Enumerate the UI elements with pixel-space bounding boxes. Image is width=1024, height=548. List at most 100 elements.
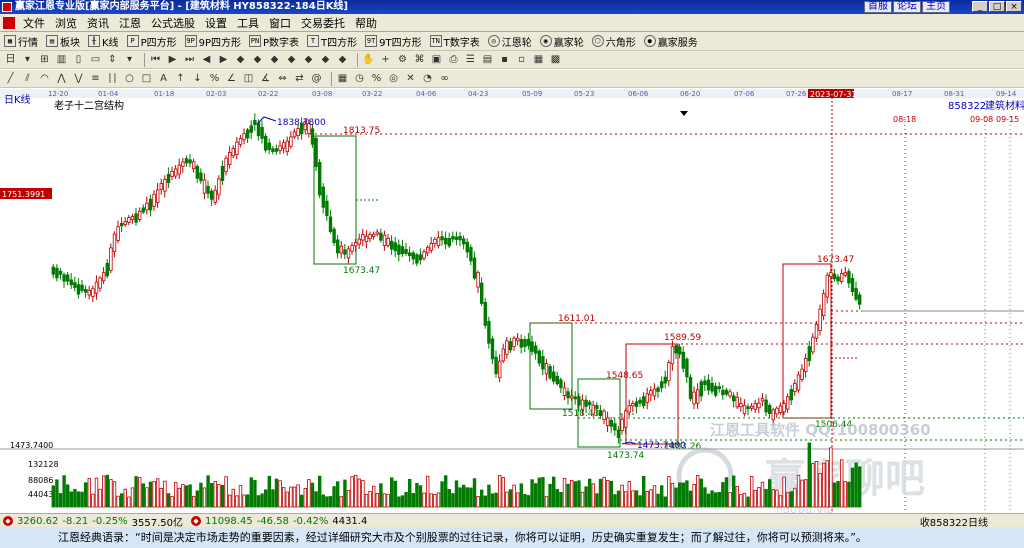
- menu-gann[interactable]: 江恩: [114, 15, 146, 31]
- diamond-icon[interactable]: ◆: [251, 53, 264, 66]
- arrow-up-icon[interactable]: ↑: [174, 72, 187, 85]
- volume-bar: [627, 481, 631, 508]
- toolbar-winner-wheel-button[interactable]: ◉ 赢家轮: [536, 34, 588, 49]
- last-icon[interactable]: ⏭: [183, 53, 196, 66]
- zoom-icon[interactable]: ▭: [89, 53, 102, 66]
- menu-tools[interactable]: 工具: [232, 15, 264, 31]
- sz-index[interactable]: ◆ 11098.45 -46.58 -0.42% 4431.4: [190, 516, 367, 527]
- play-icon[interactable]: ▶: [166, 53, 179, 66]
- chart-icon[interactable]: ▦: [532, 53, 545, 66]
- date-tick-label: 04-23: [468, 90, 488, 98]
- toolbar-sectors-button[interactable]: ▤ 板块: [42, 34, 84, 49]
- kline-chart-area[interactable]: 12-20 01-04 01-18 02-03 02-22 03-08 03-22 04-06…: [0, 89, 1024, 516]
- fibonacci-icon[interactable]: ≡: [89, 72, 102, 85]
- grid-icon[interactable]: ▩: [549, 53, 562, 66]
- tag-icon[interactable]: ⌘: [413, 53, 426, 66]
- measure-icon[interactable]: ⇔: [276, 72, 289, 85]
- toolbar-gann-wheel-button[interactable]: ◎ 江恩轮: [484, 34, 536, 49]
- menu-info[interactable]: 资讯: [82, 15, 114, 31]
- diamond-icon[interactable]: ◆: [268, 53, 281, 66]
- period-icon[interactable]: 日: [4, 53, 17, 66]
- spiral-icon[interactable]: @: [310, 72, 323, 85]
- candle-body: [278, 145, 282, 151]
- circle-tool-icon[interactable]: ○: [123, 72, 136, 85]
- link-home[interactable]: 主页: [922, 1, 950, 13]
- first-icon[interactable]: ⏮: [149, 53, 162, 66]
- gear-icon[interactable]: ⚙: [396, 53, 409, 66]
- toolbar-p-square-button[interactable]: P P四方形: [123, 34, 181, 49]
- gann-fan-icon[interactable]: ⋁: [72, 72, 85, 85]
- volume-bar: [768, 479, 772, 508]
- percent-icon[interactable]: %: [370, 72, 383, 85]
- chart-type-icon[interactable]: ⊞: [38, 53, 51, 66]
- open-icon[interactable]: ▫: [515, 53, 528, 66]
- toolbar-service-button[interactable]: ● 赢家服务: [640, 34, 702, 49]
- diamond-icon[interactable]: ◆: [336, 53, 349, 66]
- maximize-button[interactable]: □: [989, 1, 1005, 12]
- speed-line-icon[interactable]: ∠: [225, 72, 238, 85]
- forward-icon[interactable]: ▶: [217, 53, 230, 66]
- candle-body: [699, 381, 703, 397]
- square-icon[interactable]: ◫: [242, 72, 255, 85]
- close-button[interactable]: ×: [1006, 1, 1022, 12]
- kline-style-icon[interactable]: ▾: [21, 53, 34, 66]
- table-icon[interactable]: ▤: [481, 53, 494, 66]
- menu-window[interactable]: 窗口: [264, 15, 296, 31]
- link-icon[interactable]: ∞: [438, 72, 451, 85]
- hand-icon[interactable]: ✋: [362, 53, 375, 66]
- bars-icon[interactable]: ▯: [72, 53, 85, 66]
- mirror-icon[interactable]: ⇄: [293, 72, 306, 85]
- time-icon[interactable]: ◷: [353, 72, 366, 85]
- angle-icon[interactable]: ∡: [259, 72, 272, 85]
- menu-formula[interactable]: 公式选股: [146, 15, 200, 31]
- toolbar-p-digit-button[interactable]: PN P数字表: [245, 34, 303, 49]
- ratio-icon[interactable]: %: [208, 72, 221, 85]
- diamond-icon[interactable]: ◆: [319, 53, 332, 66]
- toolbar-9p-square-button[interactable]: 9P 9P四方形: [181, 34, 245, 49]
- toolbar-kline-button[interactable]: ╫ K线: [84, 34, 123, 49]
- volume-bar: [177, 487, 181, 508]
- diamond-icon[interactable]: ◆: [302, 53, 315, 66]
- toolbar-9t-square-button[interactable]: 9T 9T四方形: [361, 34, 425, 49]
- minimize-button[interactable]: _: [972, 1, 988, 12]
- candle-body: [267, 142, 271, 150]
- print-icon[interactable]: ⎙: [447, 53, 460, 66]
- back-icon[interactable]: ◀: [200, 53, 213, 66]
- menu-help[interactable]: 帮助: [350, 15, 382, 31]
- calendar-icon[interactable]: ▦: [336, 72, 349, 85]
- toolbar-t-square-button[interactable]: T T四方形: [303, 34, 361, 49]
- list-icon[interactable]: ☰: [464, 53, 477, 66]
- save-icon[interactable]: ▪: [498, 53, 511, 66]
- cycle-icon[interactable]: ∣∣: [106, 72, 119, 85]
- kline-chart[interactable]: 12-20 01-04 01-18 02-03 02-22 03-08 03-22 04-06…: [0, 89, 1024, 516]
- fan-tool-icon[interactable]: ⋀: [55, 72, 68, 85]
- image-icon[interactable]: ▣: [430, 53, 443, 66]
- rect-tool-icon[interactable]: □: [140, 72, 153, 85]
- trade-icon[interactable]: ⇕: [106, 53, 119, 66]
- link-forum[interactable]: 论坛: [893, 1, 921, 13]
- crosshair-icon[interactable]: +: [379, 53, 392, 66]
- text-tool-icon[interactable]: A: [157, 72, 170, 85]
- candle-body: [361, 234, 365, 241]
- toolbar-t-digit-button[interactable]: TN T数字表: [426, 34, 484, 49]
- channel-tool-icon[interactable]: ⫽: [21, 72, 34, 85]
- target-icon[interactable]: ◎: [387, 72, 400, 85]
- diamond-icon[interactable]: ◆: [285, 53, 298, 66]
- toolbar-hexagon-button[interactable]: ⬡ 六角形: [588, 34, 640, 49]
- menu-trade[interactable]: 交易委托: [296, 15, 350, 31]
- dropdown-icon[interactable]: ▾: [123, 53, 136, 66]
- toolbar-quotes-button[interactable]: ▦ 行情: [0, 34, 42, 49]
- line-tool-icon[interactable]: ╱: [4, 72, 17, 85]
- delete-icon[interactable]: ✕: [404, 72, 417, 85]
- pie-icon[interactable]: ◔: [421, 72, 434, 85]
- diamond-icon[interactable]: ◆: [234, 53, 247, 66]
- candle-body: [184, 158, 189, 164]
- arrow-down-icon[interactable]: ↓: [191, 72, 204, 85]
- arc-tool-icon[interactable]: ◠: [38, 72, 51, 85]
- link-service[interactable]: 首服: [864, 1, 892, 13]
- volume-icon[interactable]: ▥: [55, 53, 68, 66]
- menu-browse[interactable]: 浏览: [50, 15, 82, 31]
- menu-settings[interactable]: 设置: [200, 15, 232, 31]
- candle-body: [137, 210, 142, 220]
- menu-file[interactable]: 文件: [18, 15, 50, 31]
